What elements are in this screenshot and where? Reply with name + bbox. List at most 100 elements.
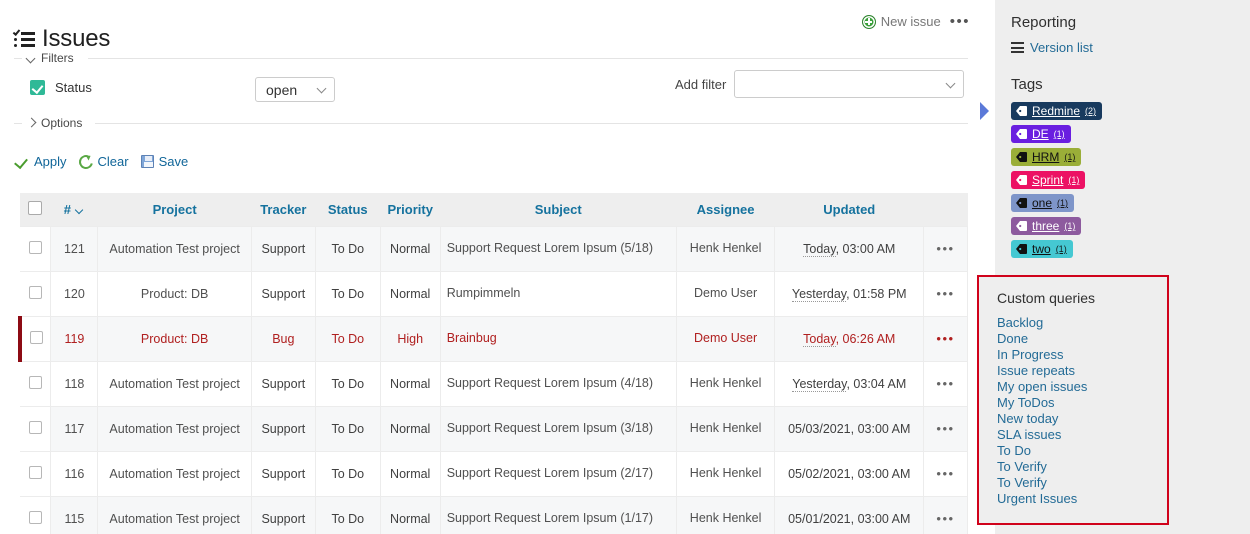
row-checkbox[interactable] [28,240,42,254]
table-row[interactable]: 118 Automation Test project Support To Do No… [20,360,968,407]
custom-query-link[interactable]: To Do [997,443,1167,459]
cell-subject[interactable]: Support Request Lorem Ipsum (1/17) [439,495,677,534]
cell-project[interactable]: Automation Test project [97,360,252,407]
new-issue-button[interactable]: New issue [861,14,941,29]
custom-query-link[interactable]: New today [997,411,1167,427]
options-rule [95,123,968,124]
tag-two[interactable]: two (1) [1011,240,1073,258]
row-menu-button[interactable]: ••• [923,450,968,497]
table-row[interactable]: 116 Automation Test project Support To Do No… [20,450,968,497]
cell-project[interactable]: Automation Test project [97,405,252,452]
cell-id[interactable]: 121 [50,225,99,272]
row-checkbox[interactable] [29,330,43,344]
more-actions-button[interactable]: ••• [950,14,970,29]
tag-hrm[interactable]: HRM (1) [1011,148,1082,166]
relative-date: Today [803,331,836,347]
cell-assignee[interactable]: Henk Henkel [675,450,776,497]
select-all-checkbox[interactable] [28,200,43,215]
row-checkbox[interactable] [28,465,42,479]
cell-assignee[interactable]: Demo User [675,315,776,362]
cell-updated: 05/01/2021, 03:00 AM [774,495,925,534]
row-checkbox[interactable] [28,375,42,389]
cell-id[interactable]: 117 [50,405,99,452]
cell-id[interactable]: 120 [50,270,99,317]
row-checkbox[interactable] [28,420,42,434]
row-select-cell [20,495,52,534]
cell-status: To Do [314,495,381,534]
row-menu-button[interactable]: ••• [923,315,968,362]
table-row[interactable]: 120 Product: DB Support To Do Normal Rumpimme… [20,270,968,317]
right-sidebar: Reporting Version list Tags Redmine (2) DE… [977,0,1250,534]
row-menu-button[interactable]: ••• [923,495,968,534]
cell-assignee[interactable]: Henk Henkel [675,360,776,407]
cell-project[interactable]: Automation Test project [97,450,252,497]
cell-assignee[interactable]: Henk Henkel [675,225,776,272]
column-header-assignee[interactable]: Assignee [676,193,775,226]
cell-project[interactable]: Automation Test project [97,225,252,272]
custom-query-link[interactable]: My open issues [997,379,1167,395]
column-header-tracker[interactable]: Tracker [251,193,316,226]
custom-query-link[interactable]: To Verify [997,475,1167,491]
tag-de[interactable]: DE (1) [1011,125,1071,143]
cell-project[interactable]: Product: DB [97,270,252,317]
column-header-id[interactable]: # [50,193,98,226]
clear-button[interactable]: Clear [75,151,129,172]
column-header-priority[interactable]: Priority [380,193,441,226]
cell-project[interactable]: Product: DB [97,315,252,362]
custom-query-link[interactable]: Urgent Issues [997,491,1167,507]
cell-assignee[interactable]: Demo User [675,270,776,317]
status-filter-select[interactable]: open [255,77,335,102]
tag-redmine[interactable]: Redmine (2) [1011,102,1103,120]
cell-subject[interactable]: Support Request Lorem Ipsum (2/17) [439,450,677,497]
options-legend[interactable]: Options [27,116,89,130]
custom-query-link[interactable]: To Verify [997,459,1167,475]
save-button[interactable]: Save [140,154,188,169]
status-filter-label: Status [55,80,92,95]
table-row[interactable]: 117 Automation Test project Support To Do No… [20,405,968,452]
filters-rule [88,58,968,59]
row-menu-button[interactable]: ••• [923,405,968,452]
row-select-cell [20,360,52,407]
custom-query-link[interactable]: Backlog [997,315,1167,331]
version-list-link[interactable]: Version list [1011,40,1250,55]
apply-button[interactable]: Apply [16,154,67,169]
row-checkbox[interactable] [28,510,42,524]
tag-one[interactable]: one (1) [1011,194,1075,212]
table-row[interactable]: 119 Product: DB Bug To Do High Brainbug Demo U… [18,315,968,362]
row-checkbox[interactable] [28,285,42,299]
cell-subject[interactable]: Support Request Lorem Ipsum (4/18) [439,360,677,407]
column-header-project[interactable]: Project [97,193,252,226]
cell-id[interactable]: 116 [50,450,99,497]
cell-subject[interactable]: Support Request Lorem Ipsum (3/18) [439,405,677,452]
column-header-subject[interactable]: Subject [440,193,677,226]
custom-query-link[interactable]: Done [997,331,1167,347]
column-header-status[interactable]: Status [315,193,381,226]
row-menu-button[interactable]: ••• [923,270,968,317]
custom-query-link[interactable]: My ToDos [997,395,1167,411]
cell-id[interactable]: 115 [50,495,99,534]
cell-assignee[interactable]: Henk Henkel [675,495,776,534]
tag-sprint[interactable]: Sprint (1) [1011,171,1086,189]
add-filter-select[interactable] [734,70,965,98]
cell-id[interactable]: 119 [50,315,99,362]
cell-id[interactable]: 118 [50,360,99,407]
cell-project[interactable]: Automation Test project [97,495,252,534]
cell-subject[interactable]: Rumpimmeln [439,270,677,317]
custom-query-link[interactable]: In Progress [997,347,1167,363]
cell-subject[interactable]: Brainbug [439,315,677,362]
custom-query-link[interactable]: SLA issues [997,427,1167,443]
cell-assignee[interactable]: Henk Henkel [675,405,776,452]
status-filter-checkbox[interactable] [30,80,45,95]
cell-subject[interactable]: Support Request Lorem Ipsum (5/18) [439,225,677,272]
filters-legend-dash [14,58,22,59]
filters-legend[interactable]: Filters [27,51,80,65]
column-header-updated[interactable]: Updated [774,193,924,226]
sidebar-toggle-arrow-icon[interactable] [978,99,992,123]
table-row[interactable]: 115 Automation Test project Support To Do No… [20,495,968,534]
custom-query-link[interactable]: Issue repeats [997,363,1167,379]
cell-updated: Yesterday, 03:04 AM [774,360,925,407]
tag-three[interactable]: three (1) [1011,217,1082,235]
table-row[interactable]: 121 Automation Test project Support To Do No… [20,225,968,272]
row-menu-button[interactable]: ••• [923,360,968,407]
row-menu-button[interactable]: ••• [923,225,968,272]
